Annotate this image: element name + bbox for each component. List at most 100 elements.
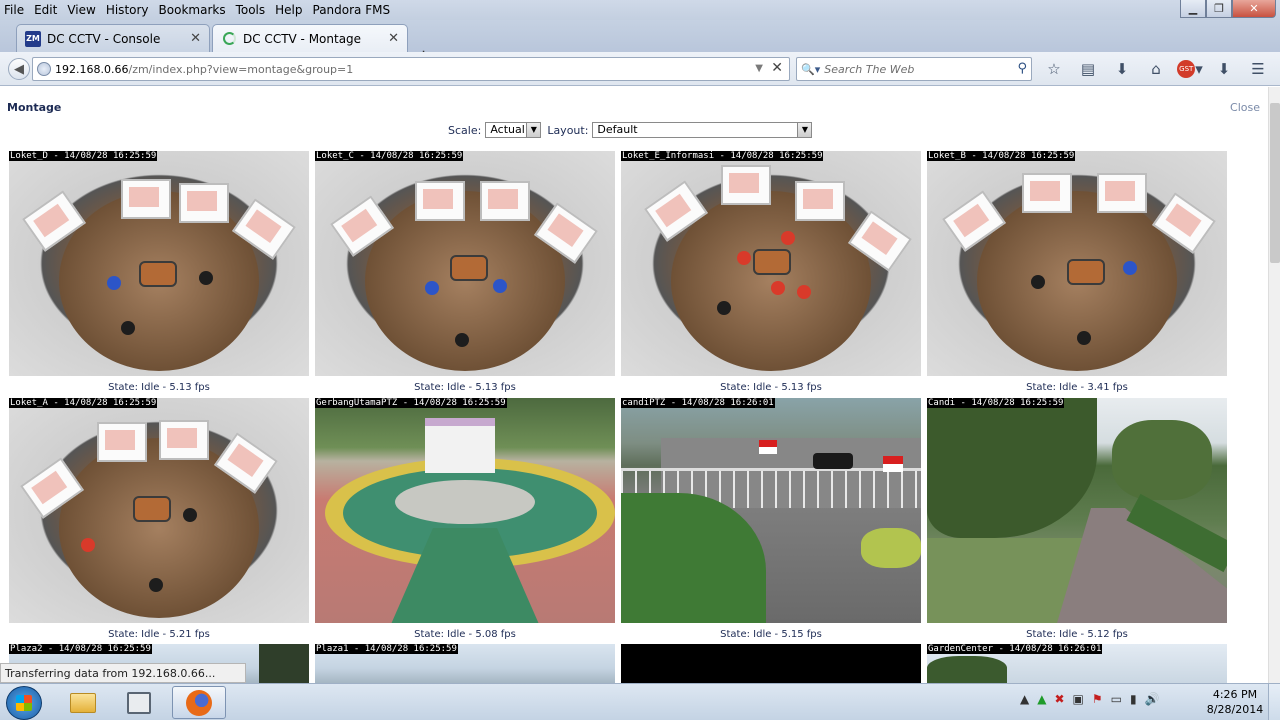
monitor-overlay: Loket_B - 14/08/28 16:25:59 [927, 151, 1076, 161]
ghostery-icon[interactable]: GST ▾ [1176, 58, 1204, 80]
zoneminder-icon: ZM [25, 30, 41, 47]
vertical-scrollbar[interactable] [1268, 87, 1280, 683]
monitor-loket-a: Loket_A - 14/08/28 16:25:59 State: Idle … [9, 398, 309, 640]
back-arrow-icon: ◀ [14, 61, 24, 77]
status-bar: Transferring data from 192.168.0.66... [0, 663, 246, 683]
url-dropdown-icon[interactable]: ▼ [755, 63, 763, 74]
site-identity-icon[interactable] [37, 62, 51, 76]
taskbar-explorer[interactable] [56, 686, 110, 719]
monitor-gerbang-utama-ptz: GerbangUtamaPTZ - 14/08/28 16:25:59 Stat… [315, 398, 615, 640]
tab-montage[interactable]: DC CCTV - Montage ✕ [212, 24, 408, 52]
star-icon[interactable]: ☆ [1040, 58, 1068, 80]
monitor-state: State: Idle - 5.13 fps [720, 382, 822, 393]
montage-controls: Scale: Actual ▼ Layout: Default ▼ [448, 122, 818, 138]
search-icon[interactable]: ⚲ [1017, 61, 1027, 76]
monitor-loket-e-informasi: Loket_E_Informasi - 14/08/28 16:25:59 St… [621, 151, 921, 393]
search-placeholder: Search The Web [824, 62, 915, 76]
monitor-plaza1: Plaza1 - 14/08/28 16:25:59 [315, 644, 615, 683]
clock-date: 8/28/2014 [1206, 703, 1264, 716]
tab-console[interactable]: ZM DC CCTV - Console ✕ [16, 24, 210, 52]
chevron-down-icon: ▼ [526, 123, 541, 137]
monitor-overlay: Plaza1 - 14/08/28 16:25:59 [315, 644, 458, 654]
layout-label: Layout: [547, 123, 589, 137]
firefox-icon [186, 689, 212, 716]
menu-view[interactable]: View [67, 3, 95, 17]
home-icon[interactable]: ⌂ [1142, 58, 1170, 80]
layout-select[interactable]: Default ▼ [592, 122, 813, 138]
camera-feed[interactable]: candiPTZ - 14/08/28 16:26:01 [621, 398, 921, 623]
search-input[interactable]: 🔍▾ Search The Web ⚲ [796, 57, 1032, 81]
camera-feed[interactable]: Loket_D - 14/08/28 16:25:59 [9, 151, 309, 376]
minimize-button[interactable]: ▁ [1180, 0, 1206, 18]
menu-history[interactable]: History [106, 3, 149, 17]
menu-help[interactable]: Help [275, 3, 302, 17]
camera-feed[interactable]: Loket_A - 14/08/28 16:25:59 [9, 398, 309, 623]
back-button[interactable]: ◀ [8, 58, 30, 80]
monitor-state: State: Idle - 5.13 fps [414, 382, 516, 393]
menu-pandora-fms[interactable]: Pandora FMS [313, 3, 391, 17]
flag-icon[interactable]: ⚑ [1092, 692, 1103, 706]
monitor-loket-c: Loket_C - 14/08/28 16:25:59 State: Idle … [315, 151, 615, 393]
search-engine-icon[interactable]: 🔍▾ [801, 63, 820, 76]
monitor-candi: Candi - 14/08/28 16:25:59 State: Idle - … [927, 398, 1227, 640]
url-host: 192.168.0.66 [55, 62, 129, 76]
scale-select[interactable]: Actual ▼ [485, 122, 542, 138]
navigation-bar: ◀ 192.168.0.66 /zm/index.php?view=montag… [0, 52, 1280, 86]
app-icon[interactable]: ▣ [1073, 692, 1084, 706]
menu-edit[interactable]: Edit [34, 3, 57, 17]
camera-feed[interactable]: Loket_B - 14/08/28 16:25:59 [927, 151, 1227, 376]
close-tab-icon[interactable]: ✕ [388, 31, 399, 46]
network-green-icon[interactable]: ▲ [1037, 692, 1046, 706]
taskbar: ▲ ▲ ✖ ▣ ⚑ ▭ ▮ 🔊 4:26 PM 8/28/2014 [0, 683, 1280, 720]
monitor-overlay: Candi - 14/08/28 16:25:59 [927, 398, 1065, 408]
system-tray: ▲ ▲ ✖ ▣ ⚑ ▭ ▮ 🔊 [1020, 692, 1168, 706]
volume-icon[interactable]: 🔊 [1145, 692, 1160, 706]
maximize-button[interactable]: ❐ [1206, 0, 1232, 18]
camera-feed[interactable]: Loket_C - 14/08/28 16:25:59 [315, 151, 615, 376]
close-window-button[interactable]: ✕ [1232, 0, 1276, 18]
chevron-down-icon: ▼ [797, 123, 812, 137]
system-clock[interactable]: 4:26 PM 8/28/2014 [1205, 687, 1265, 717]
taskbar-firefox[interactable] [172, 686, 226, 719]
menu-tools[interactable]: Tools [236, 3, 266, 17]
menu-icon[interactable]: ☰ [1244, 58, 1272, 80]
stop-icon[interactable]: ✕ [771, 60, 783, 76]
menu-file[interactable]: File [4, 3, 24, 17]
scale-value: Actual [490, 123, 525, 136]
close-tab-icon[interactable]: ✕ [190, 31, 201, 46]
monitor-state: State: Idle - 5.08 fps [414, 629, 516, 640]
display-icon[interactable]: ▭ [1111, 692, 1122, 706]
page-title: Montage [7, 101, 62, 114]
show-hidden-icons[interactable]: ▲ [1020, 692, 1029, 706]
folder-icon [70, 692, 96, 713]
show-desktop-button[interactable] [1268, 684, 1280, 720]
tab-title: DC CCTV - Montage [243, 31, 362, 46]
monitor-state: State: Idle - 5.21 fps [108, 629, 210, 640]
signal-icon[interactable]: ▮ [1130, 692, 1137, 706]
security-icon[interactable]: ✖ [1054, 692, 1064, 706]
reading-list-icon[interactable]: ▤ [1074, 58, 1102, 80]
start-button[interactable] [6, 686, 42, 720]
camera-feed[interactable]: GardenCenter - 14/08/28 16:26:01 [927, 644, 1227, 683]
monitor-offline [621, 644, 921, 683]
camera-feed[interactable]: GerbangUtamaPTZ - 14/08/28 16:25:59 [315, 398, 615, 623]
layout-value: Default [597, 123, 638, 136]
camera-feed[interactable] [621, 644, 921, 683]
scrollbar-thumb[interactable] [1270, 103, 1280, 263]
addon-icon[interactable]: ⬇ [1210, 58, 1238, 80]
monitor-overlay: Loket_A - 14/08/28 16:25:59 [9, 398, 158, 408]
menu-bookmarks[interactable]: Bookmarks [159, 3, 226, 17]
camera-feed[interactable]: Candi - 14/08/28 16:25:59 [927, 398, 1227, 623]
close-link[interactable]: Close [1230, 101, 1260, 114]
camera-feed[interactable]: Loket_E_Informasi - 14/08/28 16:25:59 [621, 151, 921, 376]
tab-title: DC CCTV - Console [47, 31, 161, 46]
taskbar-media[interactable] [112, 686, 166, 719]
monitor-state: State: Idle - 3.41 fps [1026, 382, 1128, 393]
url-bar[interactable]: 192.168.0.66 /zm/index.php?view=montage&… [32, 57, 790, 81]
menu-bar: File Edit View History Bookmarks Tools H… [0, 0, 1280, 20]
monitor-overlay: Loket_C - 14/08/28 16:25:59 [315, 151, 464, 161]
download-icon[interactable]: ⬇ [1108, 58, 1136, 80]
monitor-overlay: GerbangUtamaPTZ - 14/08/28 16:25:59 [315, 398, 507, 408]
camera-feed[interactable]: Plaza1 - 14/08/28 16:25:59 [315, 644, 615, 683]
monitor-loket-b: Loket_B - 14/08/28 16:25:59 State: Idle … [927, 151, 1227, 393]
